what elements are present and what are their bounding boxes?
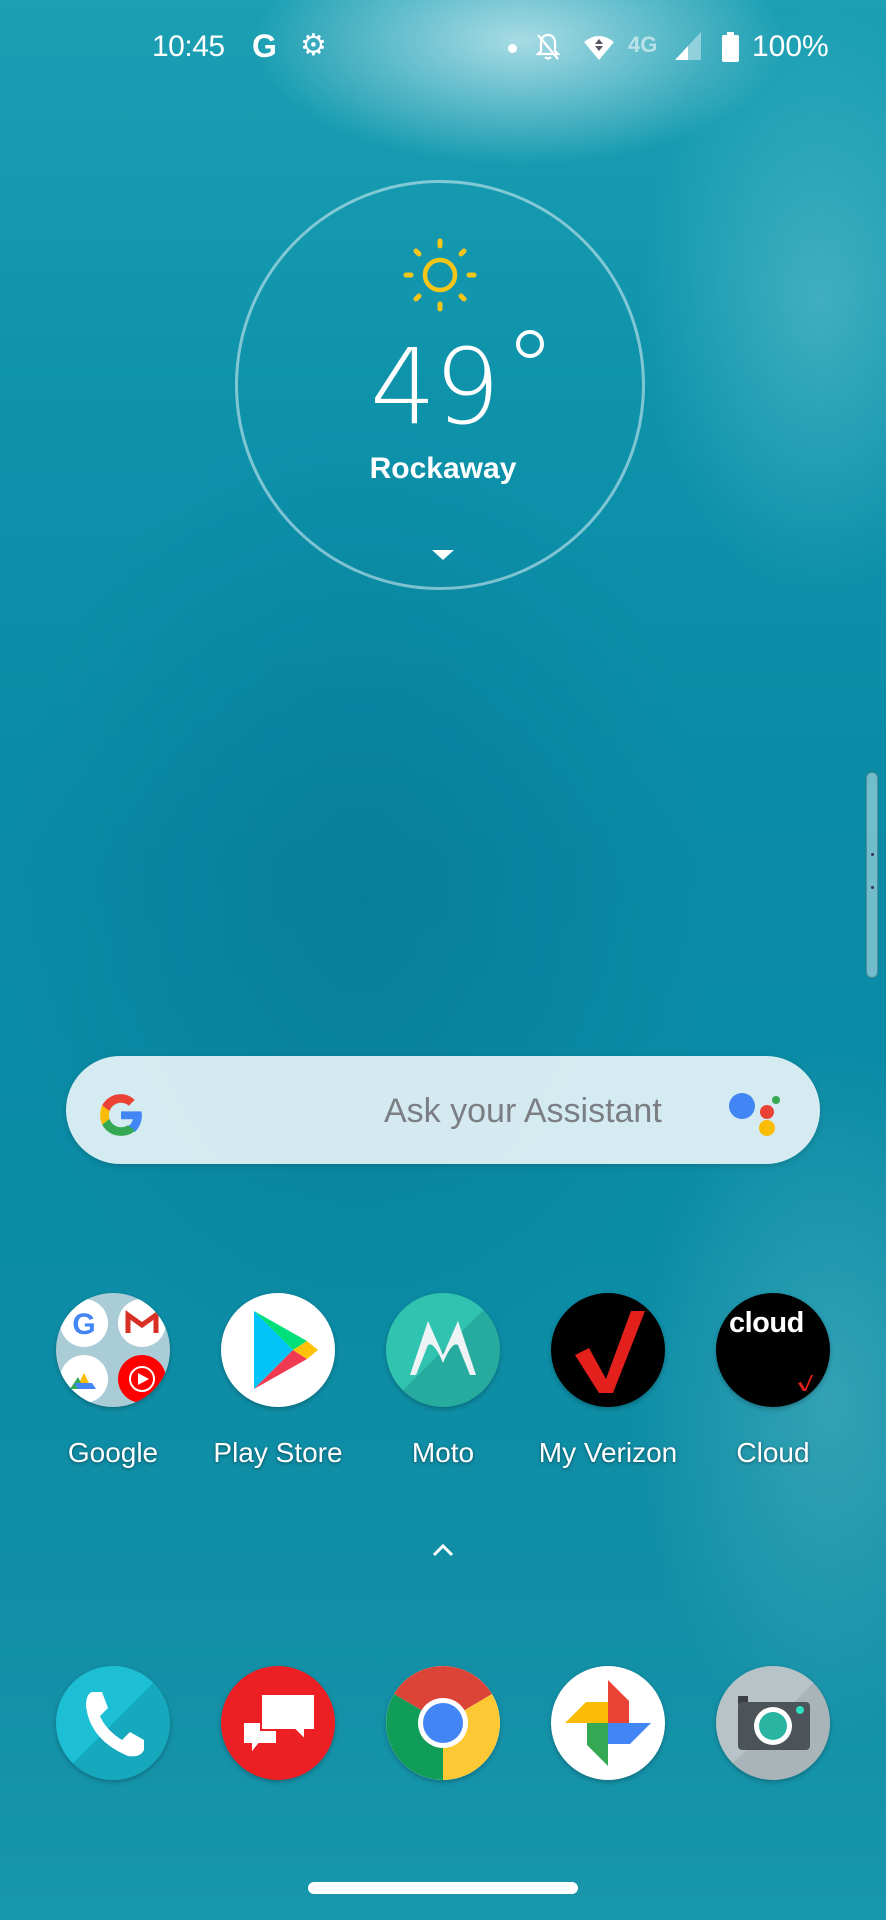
verizon-cloud-icon: cloud <box>716 1293 830 1407</box>
dock-phone[interactable] <box>38 1666 188 1780</box>
app-label: Play Store <box>213 1437 343 1468</box>
battery-full-icon <box>722 32 739 62</box>
photos-pinwheel-icon <box>551 1666 665 1780</box>
scrollbar-pip <box>871 886 874 889</box>
play-store-icon <box>221 1293 335 1407</box>
app-play-store[interactable]: Play Store <box>203 1293 353 1469</box>
app-google-folder[interactable]: G Google <box>38 1293 188 1469</box>
chrome-icon <box>386 1666 500 1780</box>
gear-icon: ⚙ <box>300 29 327 62</box>
app-label: Moto <box>411 1437 475 1468</box>
app-moto[interactable]: Moto <box>368 1293 518 1469</box>
google-assistant-icon[interactable] <box>726 1088 780 1138</box>
caret-down-icon[interactable] <box>432 550 454 560</box>
edge-scrollbar[interactable] <box>866 772 878 978</box>
dock-messages[interactable] <box>203 1666 353 1780</box>
dock-chrome[interactable] <box>368 1666 518 1780</box>
google-folder-icon: G <box>56 1293 170 1407</box>
cell-signal-icon <box>675 32 701 60</box>
notification-dot-icon <box>508 44 517 53</box>
app-my-verizon[interactable]: My Verizon <box>533 1293 683 1469</box>
weather-location: Rockaway <box>369 452 517 485</box>
network-type-label: 4G <box>628 32 658 57</box>
battery-percent: 100% <box>752 30 829 63</box>
phone-icon <box>56 1666 170 1780</box>
dock-photos[interactable] <box>533 1666 683 1780</box>
moto-icon <box>386 1293 500 1407</box>
google-g-icon[interactable] <box>96 1090 146 1140</box>
assistant-search-bar[interactable]: Ask your Assistant <box>66 1056 820 1164</box>
app-label: Cloud <box>736 1437 810 1468</box>
app-cloud[interactable]: cloud Cloud <box>698 1293 848 1469</box>
degree-symbol <box>516 330 544 358</box>
cloud-icon-text: cloud <box>729 1307 804 1339</box>
scrollbar-pip <box>871 853 874 856</box>
clock: 10:45 <box>152 30 225 63</box>
dock-camera[interactable] <box>698 1666 848 1780</box>
app-label: My Verizon <box>538 1437 678 1468</box>
app-label: Google <box>67 1437 159 1468</box>
camera-icon <box>716 1666 830 1780</box>
wifi-data-icon <box>584 36 614 60</box>
caret-up-icon[interactable] <box>431 1542 455 1558</box>
gesture-home-bar[interactable] <box>308 1882 578 1894</box>
messages-icon <box>221 1666 335 1780</box>
svg-text:G: G <box>72 1308 95 1341</box>
sun-icon <box>403 238 477 312</box>
status-bar[interactable]: 10:45 G ⚙ 4G 100% <box>0 0 886 96</box>
verizon-check-icon <box>551 1293 665 1407</box>
bell-off-icon <box>536 33 560 60</box>
temperature: 49 <box>370 326 500 448</box>
google-notification-icon: G <box>252 28 277 64</box>
search-placeholder[interactable]: Ask your Assistant <box>384 1092 662 1131</box>
